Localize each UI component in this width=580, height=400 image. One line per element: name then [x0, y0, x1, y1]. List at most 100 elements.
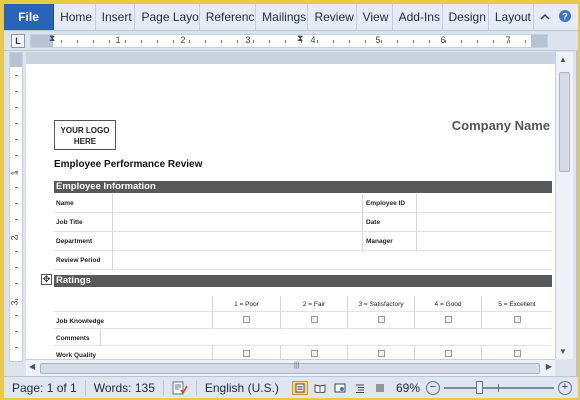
horizontal-scroll-thumb[interactable]: [40, 363, 540, 374]
info-row[interactable]: Name Employee ID: [54, 194, 552, 213]
logo-placeholder: YOUR LOGO HERE: [54, 120, 116, 150]
company-name: Company Name: [451, 118, 550, 133]
rating-checkbox[interactable]: [311, 316, 318, 323]
file-tab[interactable]: File: [4, 4, 55, 30]
ruler-tick: [461, 40, 462, 43]
indent-marker-icon[interactable]: ⧗: [49, 33, 55, 44]
comments-row[interactable]: Comments: [54, 329, 552, 346]
ruler-tick: [61, 40, 62, 43]
vertical-scrollbar[interactable]: ▲ ▼: [555, 52, 573, 359]
rating-scale-5: 5 = Excellent: [481, 296, 552, 312]
tab-review[interactable]: Review: [308, 4, 357, 30]
ratings-header: Ratings: [54, 275, 552, 287]
ruler-tick: [269, 40, 270, 43]
tab-page-layout[interactable]: Page Layo: [135, 4, 200, 30]
ruler-tick: [445, 40, 446, 43]
scroll-right-icon[interactable]: ▶: [546, 362, 552, 371]
ruler-tick: [317, 40, 318, 43]
vertical-ruler[interactable]: 123: [9, 52, 23, 362]
horizontal-ruler[interactable]: 1234567 ⧗ ⧗: [30, 33, 548, 48]
tab-view[interactable]: View: [357, 4, 393, 30]
tab-add-ins[interactable]: Add-Ins: [393, 4, 443, 30]
info-row[interactable]: Review Period: [54, 251, 552, 270]
chevron-up-icon[interactable]: [540, 10, 550, 24]
draft-icon[interactable]: [372, 381, 388, 395]
ruler-tick: [93, 40, 94, 43]
scroll-left-icon[interactable]: ◀: [29, 362, 35, 371]
ruler-tick: [15, 155, 18, 156]
view-controls: 69% − +: [290, 380, 578, 395]
info-row[interactable]: Department Manager: [54, 232, 552, 251]
move-handle-icon[interactable]: ✥: [41, 274, 52, 285]
zoom-out-button[interactable]: −: [426, 380, 440, 395]
ruler-tick: [493, 40, 494, 43]
table-column-marker-icon[interactable]: ⧗: [297, 33, 303, 44]
tab-references[interactable]: Referenc: [200, 4, 257, 30]
full-screen-reading-icon[interactable]: [312, 381, 328, 395]
tab-selector-button[interactable]: L: [11, 34, 25, 48]
word-count[interactable]: Words: 135: [86, 379, 164, 396]
print-layout-icon[interactable]: [291, 380, 308, 395]
ruler-tick: [173, 40, 174, 43]
tab-insert[interactable]: Insert: [96, 4, 136, 30]
vertical-scroll-thumb[interactable]: [559, 72, 570, 172]
rating-row: Work Quality: [54, 346, 552, 359]
rating-scale-2: 2 = Fair: [280, 296, 347, 312]
rating-row: Job Knowledge: [54, 312, 552, 329]
rating-checkbox[interactable]: [514, 316, 521, 323]
ribbon-tab-bar: File Home Insert Page Layo Referenc Mail…: [4, 4, 578, 31]
ruler-tick: [509, 40, 510, 43]
horizontal-ruler-row: L 1234567 ⧗ ⧗: [4, 31, 578, 51]
ruler-tick: [15, 251, 18, 252]
zoom-slider[interactable]: [444, 380, 554, 395]
rating-checkbox[interactable]: [445, 350, 452, 357]
web-layout-icon[interactable]: [332, 381, 348, 395]
rating-checkbox[interactable]: [243, 350, 250, 357]
ruler-number: 3: [9, 300, 20, 306]
proofing-icon[interactable]: [164, 379, 197, 396]
rating-checkbox[interactable]: [514, 350, 521, 357]
ruler-tick: [125, 40, 126, 43]
ruler-tick: [15, 315, 18, 316]
info-row[interactable]: Job Title Date: [54, 213, 552, 232]
tab-layout[interactable]: Layout: [489, 4, 535, 30]
ruler-tick: [413, 40, 414, 43]
ruler-tick: [15, 219, 18, 220]
ruler-number: 3: [245, 35, 251, 45]
rating-label: Job Knowledge: [56, 318, 105, 325]
zoom-level[interactable]: 69%: [396, 381, 420, 395]
tab-home[interactable]: Home: [54, 4, 96, 30]
ruler-number: 2: [9, 235, 20, 241]
ruler-tick: [237, 40, 238, 43]
ruler-tick: [141, 40, 142, 43]
ruler-tick: [349, 40, 350, 43]
zoom-in-button[interactable]: +: [558, 380, 572, 395]
rating-scale-header: 1 = Poor 2 = Fair 3 = Satisfactory 4 = G…: [54, 296, 552, 312]
page-count[interactable]: Page: 1 of 1: [4, 379, 86, 396]
help-icon[interactable]: ?: [558, 9, 572, 26]
outline-icon[interactable]: [352, 381, 368, 395]
rating-checkbox[interactable]: [445, 316, 452, 323]
ruler-tick: [15, 91, 18, 92]
horizontal-scrollbar[interactable]: ◀ ||| ▶: [26, 359, 555, 376]
tab-mailings[interactable]: Mailings: [256, 4, 309, 30]
ribbon-controls: ?: [534, 4, 578, 30]
rating-checkbox[interactable]: [243, 316, 250, 323]
ruler-tick: [15, 347, 18, 348]
language-indicator[interactable]: English (U.S.): [197, 380, 287, 396]
ruler-tick: [15, 171, 18, 172]
info-label-2: Date: [366, 219, 381, 226]
rating-checkbox[interactable]: [378, 350, 385, 357]
ruler-tick: [15, 139, 18, 140]
document-page[interactable]: YOUR LOGO HERE Company Name Employee Per…: [26, 64, 555, 359]
zoom-slider-knob[interactable]: [476, 380, 483, 394]
ruler-tick: [15, 203, 18, 204]
rating-checkbox[interactable]: [311, 350, 318, 357]
info-label: Department: [56, 238, 93, 245]
scroll-down-icon[interactable]: ▼: [559, 347, 567, 356]
ruler-tick: [397, 40, 398, 43]
tab-design[interactable]: Design: [443, 4, 489, 30]
ruler-tick: [109, 40, 110, 43]
scroll-up-icon[interactable]: ▲: [559, 55, 567, 64]
rating-checkbox[interactable]: [378, 316, 385, 323]
